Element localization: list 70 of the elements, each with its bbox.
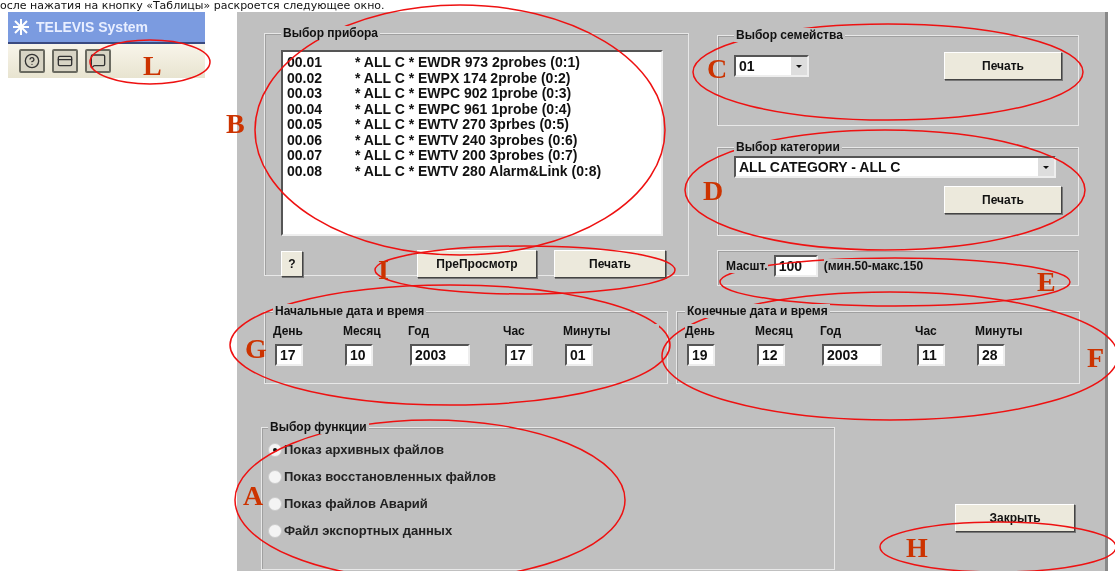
device-name[interactable]: * ALL C * EWDR 973 2probes (0:1) — [355, 55, 580, 71]
date-input[interactable]: 11 — [917, 344, 945, 366]
device-number[interactable]: 00.03 — [287, 86, 355, 102]
card-icon — [57, 53, 73, 69]
scale-hint: (мин.50-макс.150 — [823, 259, 924, 273]
annotation-letter: D — [703, 177, 724, 205]
family-dropdown[interactable]: 01 — [734, 55, 809, 77]
device-name[interactable]: * ALL C * EWPC 961 1probe (0:4) — [355, 101, 572, 117]
speech-bubble-icon — [90, 53, 106, 69]
help-button[interactable]: ? — [281, 251, 303, 277]
device-number[interactable]: 00.06 — [287, 132, 355, 148]
radio-button[interactable] — [268, 496, 282, 511]
print-button[interactable]: Печать — [944, 52, 1062, 80]
help-icon — [24, 53, 40, 69]
device-name[interactable]: * ALL C * EWTV 280 Alarm&Link (0:8) — [355, 163, 602, 179]
radio-button[interactable] — [268, 469, 282, 484]
date-input[interactable]: 19 — [687, 344, 715, 366]
option-label: Показ архивных файлов — [284, 442, 444, 457]
print-button[interactable]: Печать — [944, 186, 1062, 214]
group-title: Выбор семейства — [734, 28, 845, 42]
radio-button[interactable] — [268, 523, 282, 538]
close-button[interactable]: Закрыть — [955, 504, 1075, 532]
annotation-letter: L — [143, 52, 162, 80]
toolbar-button[interactable] — [19, 49, 45, 73]
group-title: Выбор категории — [734, 140, 842, 154]
device-number[interactable]: 00.08 — [287, 163, 355, 179]
category-dropdown[interactable]: ALL CATEGORY - ALL C — [734, 156, 1056, 178]
device-number[interactable]: 00.01 — [287, 55, 355, 71]
option-label: Показ восстановленных файлов — [284, 469, 497, 484]
group-title: Начальные дата и время — [273, 304, 427, 318]
annotation-letter: E — [1037, 268, 1056, 296]
annotation-letter: G — [245, 335, 267, 363]
scale-label: Масшт. — [726, 259, 768, 273]
scale-input[interactable]: 100 — [773, 255, 818, 277]
date-input[interactable]: 12 — [757, 344, 785, 366]
device-name[interactable]: * ALL C * EWPC 902 1probe (0:3) — [355, 86, 572, 102]
annotation-letter: F — [1087, 344, 1105, 372]
print-button[interactable]: Печать — [554, 250, 666, 278]
device-name[interactable]: * ALL C * EWPX 174 2probe (0:2) — [355, 70, 571, 86]
app-title: TELEVIS System — [36, 19, 149, 35]
date-input[interactable]: 2003 — [822, 344, 882, 366]
device-number[interactable]: 00.04 — [287, 101, 355, 117]
date-input[interactable]: 10 — [345, 344, 373, 366]
group-title: Выбор функции — [268, 420, 369, 434]
annotation-letter: B — [226, 110, 245, 138]
field-label: Минуты — [563, 324, 659, 338]
date-input[interactable]: 17 — [505, 344, 533, 366]
device-name[interactable]: * ALL C * EWTV 270 3prbes (0:5) — [355, 117, 569, 133]
annotation-letter: I — [378, 256, 389, 284]
annotation-letter: C — [707, 55, 728, 83]
group-title: Конечные дата и время — [685, 304, 830, 318]
date-input[interactable]: 2003 — [410, 344, 470, 366]
date-input[interactable]: 28 — [977, 344, 1005, 366]
date-input[interactable]: 01 — [565, 344, 593, 366]
date-input[interactable]: 17 — [275, 344, 303, 366]
device-name[interactable]: * ALL C * EWTV 200 3probes (0:7) — [355, 148, 578, 164]
device-number[interactable]: 00.02 — [287, 70, 355, 86]
annotation-letter: A — [243, 482, 264, 510]
option-label: Файл экспортных данных — [284, 523, 453, 538]
annotation-letter: H — [906, 534, 928, 562]
toolbar-button[interactable] — [52, 49, 78, 73]
intro-text: осле нажатия на кнопку «Таблицы» раскроется следующее окно. — [0, 0, 385, 12]
preview-button[interactable]: ПреПросмотр — [417, 250, 537, 278]
device-number[interactable]: 00.05 — [287, 117, 355, 133]
device-name[interactable]: * ALL C * EWTV 240 3probes (0:6) — [355, 132, 578, 148]
snowflake-icon — [12, 18, 30, 36]
option-label: Показ файлов Аварий — [284, 496, 428, 511]
group-title: Выбор прибора — [281, 26, 381, 40]
toolbar-button[interactable] — [85, 49, 111, 73]
device-number[interactable]: 00.07 — [287, 148, 355, 164]
